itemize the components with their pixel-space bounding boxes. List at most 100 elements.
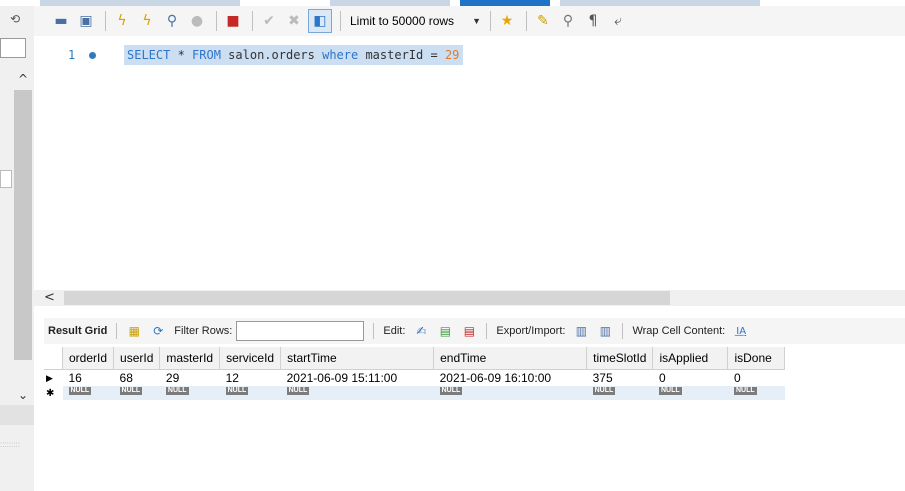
edit-row-icon[interactable]: ✍ <box>411 322 431 340</box>
null-badge: NULL <box>68 387 92 395</box>
toolbar-separator <box>622 323 624 339</box>
beautify-icon[interactable]: ✎ <box>532 10 554 32</box>
row-marker-header <box>44 347 63 370</box>
column-header[interactable]: timeSlotId <box>586 347 654 370</box>
execute-current-icon[interactable]: ϟ <box>136 10 158 32</box>
column-header[interactable]: userId <box>113 347 161 370</box>
execute-icon[interactable]: ϟ <box>111 10 133 32</box>
sql-statement[interactable]: SELECT * FROM salon.orders where masterI… <box>124 45 464 65</box>
table-cell[interactable]: 0 <box>653 370 728 387</box>
folder-icon[interactable]: ▬ <box>50 10 72 32</box>
header-row: orderId userId masterId serviceId startT… <box>44 347 786 370</box>
table-cell[interactable]: NULL <box>586 386 653 400</box>
export-import-label: Export/Import: <box>496 325 566 337</box>
add-row-icon[interactable]: ▤ <box>435 322 455 340</box>
table-cell[interactable]: NULL <box>652 386 728 400</box>
null-badge: NULL <box>286 387 310 395</box>
statement-marker-icon <box>89 52 96 59</box>
table-row[interactable]: ▶ 16 68 29 12 2021-06-09 15:11:00 2021-0… <box>44 370 785 387</box>
left-scrollbar-thumb[interactable] <box>14 90 32 360</box>
autocommit-icon[interactable]: ◧ <box>308 9 332 33</box>
toolbar-separator <box>252 11 253 31</box>
save-icon[interactable]: ▣ <box>75 10 97 32</box>
toolbar-separator <box>105 11 106 31</box>
table-cell[interactable]: 29 <box>160 370 220 387</box>
result-table: orderId userId masterId serviceId startT… <box>44 347 786 400</box>
toolbar-separator <box>373 323 375 339</box>
new-row[interactable]: ✱ NULL NULL NULL NULL NULL NULL NULL NUL… <box>44 386 785 400</box>
column-header[interactable]: masterId <box>159 347 221 370</box>
table-cell[interactable]: 68 <box>114 370 160 387</box>
table-cell[interactable]: 0 <box>728 370 785 387</box>
left-panel-box <box>0 170 12 188</box>
column-header[interactable]: startTime <box>280 347 435 370</box>
sql-toolbar: ▬ ▣ ϟ ϟ ⚲ ● ■ ✔ ✖ ◧ Limit to 50000 rows … <box>34 6 905 36</box>
result-grid[interactable]: orderId userId masterId serviceId startT… <box>44 347 865 400</box>
table-cell[interactable]: NULL <box>62 386 114 400</box>
new-row-icon: ✱ <box>44 386 63 400</box>
filter-rows-label: Filter Rows: <box>174 325 233 337</box>
bookmark-star-icon[interactable]: ★ <box>496 10 518 32</box>
toolbar-separator <box>340 11 341 31</box>
table-cell[interactable]: 375 <box>587 370 653 387</box>
column-header[interactable]: orderId <box>62 347 115 370</box>
table-cell[interactable]: 2021-06-09 16:10:00 <box>434 370 587 387</box>
schema-search-input[interactable] <box>0 38 26 58</box>
column-header[interactable]: isDone <box>727 347 786 370</box>
rollback-icon[interactable]: ✖ <box>283 10 305 32</box>
current-row-icon: ▶ <box>46 372 53 383</box>
table-cell[interactable]: NULL <box>280 386 434 400</box>
import-icon[interactable]: ▥ <box>595 322 615 340</box>
commit-icon[interactable]: ✔ <box>258 10 280 32</box>
table-cell[interactable]: 12 <box>220 370 281 387</box>
wrap-cell-label: Wrap Cell Content: <box>632 325 726 337</box>
null-badge: NULL <box>119 387 143 395</box>
line-number: 1 <box>68 48 76 62</box>
result-grid-tab[interactable]: Result Grid <box>48 325 107 337</box>
column-header[interactable]: endTime <box>433 347 588 370</box>
scroll-left-icon[interactable]: < <box>44 290 55 305</box>
sql-text: * <box>170 48 193 62</box>
null-badge: NULL <box>225 387 249 395</box>
table-cell[interactable]: NULL <box>113 386 160 400</box>
sql-text: salon.orders <box>220 48 323 62</box>
sql-number: 29 <box>444 48 460 62</box>
delete-row-icon[interactable]: ▤ <box>459 322 479 340</box>
null-badge: NULL <box>165 387 189 395</box>
sql-editor[interactable] <box>34 36 905 289</box>
export-icon[interactable]: ▥ <box>571 322 591 340</box>
column-header[interactable]: isApplied <box>652 347 729 370</box>
table-cell[interactable]: NULL <box>433 386 587 400</box>
sql-keyword: FROM <box>192 48 221 62</box>
toolbar-separator <box>116 323 118 339</box>
null-badge: NULL <box>658 387 682 395</box>
table-cell[interactable]: NULL <box>727 386 785 400</box>
toolbar-separator <box>489 11 491 31</box>
grid-view-icon[interactable]: ▦ <box>124 322 144 340</box>
null-badge: NULL <box>439 387 463 395</box>
refresh-icon[interactable]: ⟳ <box>148 322 168 340</box>
scroll-up-icon[interactable]: ^ <box>18 72 28 86</box>
wrap-icon[interactable]: ⤶ <box>607 10 629 32</box>
table-cell[interactable]: 2021-06-09 15:11:00 <box>281 370 434 387</box>
refresh-icon[interactable]: ⟲ <box>10 12 20 26</box>
splitter-handle[interactable]: ::::::::: <box>0 440 34 452</box>
error-toggle-icon[interactable]: ■ <box>222 10 244 32</box>
sql-keyword: where <box>322 48 359 62</box>
invisible-chars-icon[interactable]: ¶ <box>582 10 604 32</box>
column-header[interactable]: serviceId <box>219 347 282 370</box>
explain-icon[interactable]: ⚲ <box>161 10 183 32</box>
wrap-cell-icon[interactable]: I͟A <box>731 322 751 340</box>
table-cell[interactable]: NULL <box>159 386 220 400</box>
table-cell[interactable]: 16 <box>63 370 114 387</box>
filter-rows-input[interactable] <box>236 321 365 341</box>
edit-label: Edit: <box>383 325 406 337</box>
editor-hscrollbar-thumb[interactable] <box>64 291 670 305</box>
stop-icon[interactable]: ● <box>186 10 208 32</box>
find-icon[interactable]: ⚲ <box>557 10 579 32</box>
null-badge: NULL <box>592 387 616 395</box>
table-cell[interactable]: NULL <box>219 386 281 400</box>
limit-rows-label: Limit to 50000 rows <box>350 14 455 28</box>
scroll-down-icon[interactable]: ⌄ <box>18 388 28 402</box>
limit-rows-select[interactable]: Limit to 50000 rows ▼ <box>346 11 485 31</box>
